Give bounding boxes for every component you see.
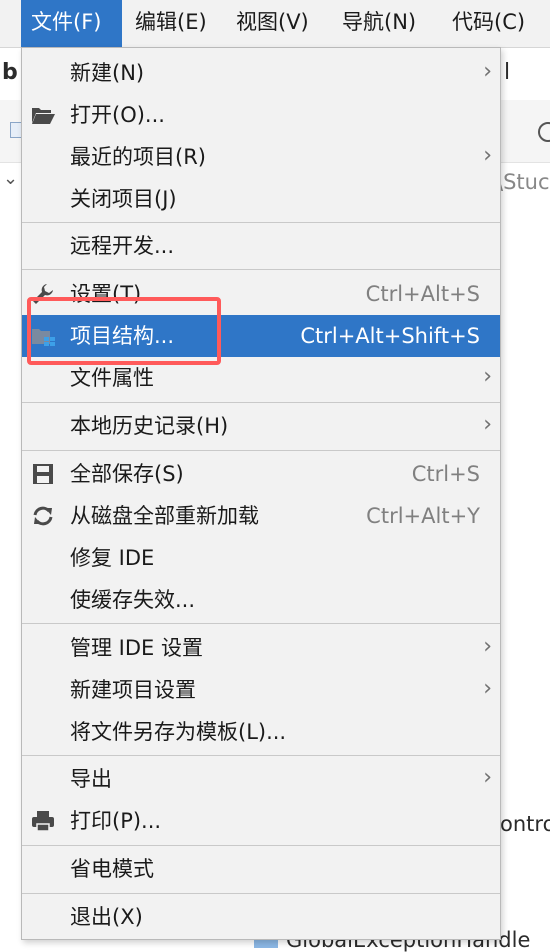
menu-item-label: 使缓存失效...	[70, 588, 196, 612]
reload-icon	[30, 504, 56, 528]
project-tree-fragment[interactable]: ontro	[500, 812, 550, 836]
menu-item-label: 打开(O)...	[70, 103, 165, 127]
folder-open-icon	[30, 103, 56, 127]
menu-item-shortcut: Ctrl+Alt+S	[365, 282, 480, 306]
menu-separator	[22, 845, 500, 846]
menu-file[interactable]: 文件(F)	[21, 0, 122, 47]
menu-item-label: 全部保存(S)	[70, 462, 184, 486]
menu-item-invalidate-caches[interactable]: 使缓存失效...	[22, 579, 500, 621]
menu-item-local-history[interactable]: 本地历史记录(H) ›	[22, 405, 500, 447]
menu-item-recent-projects[interactable]: 最近的项目(R) ›	[22, 136, 500, 178]
menu-separator	[22, 623, 500, 624]
menu-separator	[22, 269, 500, 270]
menu-view[interactable]: 视图(V)	[226, 0, 319, 47]
submenu-arrow-icon: ›	[483, 412, 492, 437]
menu-item-label: 新建(N)	[70, 61, 145, 85]
menu-item-label: 打印(P)...	[70, 809, 162, 833]
submenu-arrow-icon: ›	[483, 364, 492, 389]
project-path-fragment: \Stuc	[496, 170, 550, 194]
menu-item-new[interactable]: 新建(N) ›	[22, 52, 500, 94]
menu-item-save-as-template[interactable]: 将文件另存为模板(L)...	[22, 711, 500, 753]
menu-item-manage-ide-settings[interactable]: 管理 IDE 设置 ›	[22, 627, 500, 669]
menu-item-save-all[interactable]: 全部保存(S) Ctrl+S	[22, 453, 500, 495]
editor-tab-fragment-left[interactable]: b	[2, 60, 18, 85]
menu-navigate[interactable]: 导航(N)	[332, 0, 426, 47]
menu-edit[interactable]: 编辑(E)	[125, 0, 217, 47]
submenu-arrow-icon: ›	[483, 676, 492, 701]
main-menubar: 文件(F) 编辑(E) 视图(V) 导航(N) 代码(C)	[0, 0, 550, 48]
print-icon	[30, 809, 56, 833]
editor-tab-fragment-right[interactable]: l	[504, 60, 510, 85]
menu-item-label: 本地历史记录(H)	[70, 414, 229, 438]
menu-item-repair-ide[interactable]: 修复 IDE	[22, 537, 500, 579]
menu-item-label: 关闭项目(J)	[70, 187, 177, 211]
file-menu-dropdown: 新建(N) › 打开(O)... 最近的项目(R) › 关闭项目(J) 远程开发…	[21, 47, 501, 940]
menu-item-label: 从磁盘全部重新加载	[70, 504, 259, 528]
menu-item-label: 远程开发...	[70, 234, 175, 258]
menu-item-label: 省电模式	[70, 857, 154, 881]
menu-item-close-project[interactable]: 关闭项目(J)	[22, 178, 500, 220]
menu-item-label: 新建项目设置	[70, 678, 196, 702]
save-icon	[30, 462, 56, 486]
menu-separator	[22, 755, 500, 756]
menu-item-remote-dev[interactable]: 远程开发...	[22, 225, 500, 267]
menu-separator	[22, 450, 500, 451]
menu-item-label: 退出(X)	[70, 905, 143, 929]
menu-item-reload-from-disk[interactable]: 从磁盘全部重新加载 Ctrl+Alt+Y	[22, 495, 500, 537]
menu-item-new-project-settings[interactable]: 新建项目设置 ›	[22, 669, 500, 711]
menu-item-label: 将文件另存为模板(L)...	[70, 720, 287, 744]
menu-item-label: 修复 IDE	[70, 546, 155, 570]
menu-code[interactable]: 代码(C)	[442, 0, 535, 47]
menu-separator	[22, 402, 500, 403]
menu-item-open[interactable]: 打开(O)...	[22, 94, 500, 136]
menu-item-print[interactable]: 打印(P)...	[22, 800, 500, 842]
chevron-down-icon[interactable]: ⌄	[3, 168, 18, 189]
submenu-arrow-icon: ›	[483, 143, 492, 168]
menu-item-export[interactable]: 导出 ›	[22, 758, 500, 800]
submenu-arrow-icon: ›	[483, 59, 492, 84]
menu-separator	[22, 222, 500, 223]
menu-item-exit[interactable]: 退出(X)	[22, 896, 500, 938]
submenu-arrow-icon: ›	[483, 765, 492, 790]
menu-item-power-save-mode[interactable]: 省电模式	[22, 848, 500, 890]
menu-item-shortcut: Ctrl+Alt+Shift+S	[300, 324, 480, 348]
menu-item-shortcut: Ctrl+S	[411, 462, 480, 486]
menu-separator	[22, 893, 500, 894]
annotation-highlight-box	[27, 297, 221, 365]
menu-item-label: 管理 IDE 设置	[70, 636, 203, 660]
menu-item-label: 最近的项目(R)	[70, 145, 206, 169]
menu-item-label: 导出	[70, 767, 112, 791]
submenu-arrow-icon: ›	[483, 634, 492, 659]
menu-item-shortcut: Ctrl+Alt+Y	[366, 504, 480, 528]
